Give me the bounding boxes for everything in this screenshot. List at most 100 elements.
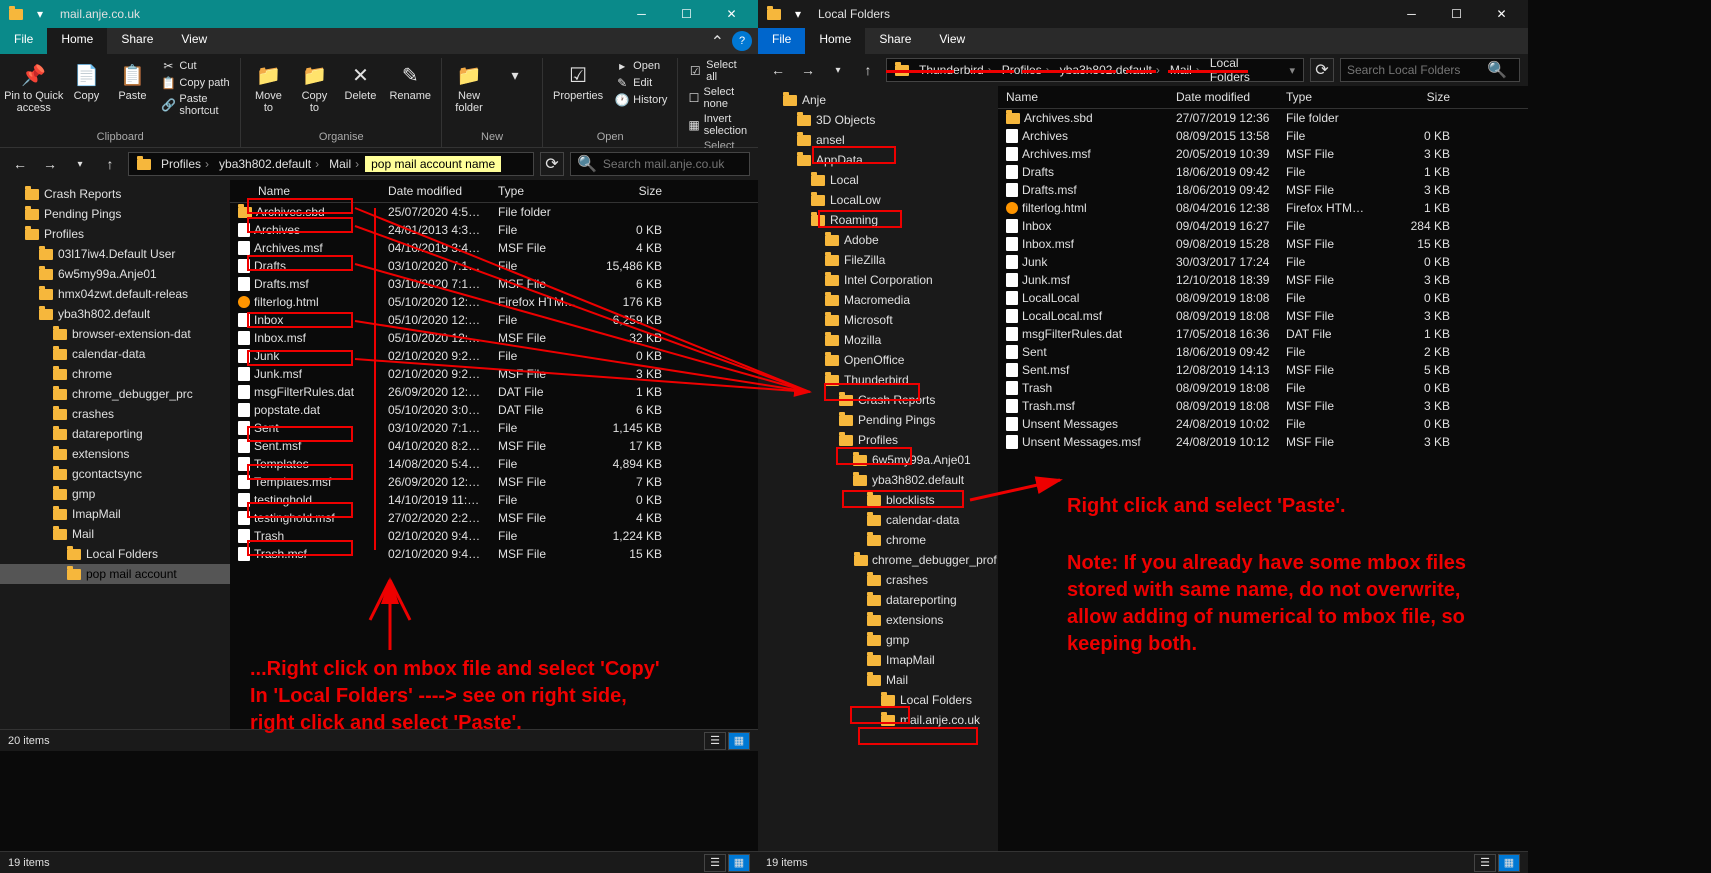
nav-tree[interactable]: Anje3D ObjectsanselAppDataLocalLocalLowR… xyxy=(758,86,998,851)
help-icon[interactable]: ? xyxy=(732,31,752,51)
details-view-button-2[interactable]: ☰ xyxy=(704,854,726,872)
search-box[interactable]: 🔍 xyxy=(570,152,750,176)
tab-home[interactable]: Home xyxy=(47,28,107,54)
up-button[interactable]: ↑ xyxy=(98,152,122,176)
crumb-dropdown[interactable]: ▾ xyxy=(1289,64,1299,77)
table-row[interactable]: Archives.sbd27/07/2019 12:36File folder xyxy=(998,109,1528,127)
table-row[interactable]: msgFilterRules.dat26/09/2020 12:35 ...DA… xyxy=(230,383,758,401)
tree-item[interactable]: FileZilla xyxy=(758,250,998,270)
tree-item[interactable]: chrome_debugger_prof xyxy=(758,550,998,570)
tree-item[interactable]: ansel xyxy=(758,130,998,150)
table-row[interactable]: Sent03/10/2020 7:14 PMFile1,145 KB xyxy=(230,419,758,437)
titlebar[interactable]: ▾ mail.anje.co.uk ─ ☐ ✕ xyxy=(0,0,758,28)
table-row[interactable]: Sent.msf04/10/2020 8:25 AMMSF File17 KB xyxy=(230,437,758,455)
copy-path-button[interactable]: 📋Copy path xyxy=(157,75,234,91)
move-to-button[interactable]: 📁Move to xyxy=(247,58,289,116)
table-row[interactable]: testinghold.msf27/02/2020 2:29 PMMSF Fil… xyxy=(230,509,758,527)
table-row[interactable]: Unsent Messages24/08/2019 10:02File0 KB xyxy=(998,415,1528,433)
chevron-down-icon[interactable]: ▾ xyxy=(790,6,806,22)
tree-item[interactable]: Mail xyxy=(758,670,998,690)
col-date[interactable]: Date modified xyxy=(380,180,490,202)
forward-button[interactable]: → xyxy=(38,152,62,176)
minimize-button[interactable]: ─ xyxy=(619,0,664,28)
copy-button[interactable]: 📄Copy xyxy=(65,58,107,104)
crumb-folder-icon[interactable] xyxy=(133,159,155,170)
tab-view[interactable]: View xyxy=(925,28,979,54)
tab-share[interactable]: Share xyxy=(107,28,167,54)
tree-item[interactable]: crashes xyxy=(0,404,230,424)
breadcrumb[interactable]: Profiles› yba3h802.default› Mail› pop ma… xyxy=(128,152,534,176)
tab-home[interactable]: Home xyxy=(805,28,865,54)
tree-item[interactable]: Macromedia xyxy=(758,290,998,310)
tree-item[interactable]: datareporting xyxy=(758,590,998,610)
table-row[interactable]: Drafts.msf18/06/2019 09:42MSF File3 KB xyxy=(998,181,1528,199)
minimize-button[interactable]: ─ xyxy=(1389,0,1434,28)
table-row[interactable]: Archives.msf20/05/2019 10:39MSF File3 KB xyxy=(998,145,1528,163)
delete-button[interactable]: ✕Delete xyxy=(339,58,381,104)
tree-item[interactable]: calendar-data xyxy=(0,344,230,364)
select-all-button[interactable]: ☑Select all xyxy=(684,58,753,84)
up-button[interactable]: ↑ xyxy=(856,58,880,82)
table-row[interactable]: Templates14/08/2020 5:40 PMFile4,894 KB xyxy=(230,455,758,473)
refresh-button[interactable]: ⟳ xyxy=(540,152,564,176)
tree-item[interactable]: 03l17iw4.Default User xyxy=(0,244,230,264)
crumb-mail[interactable]: Mail› xyxy=(325,157,363,171)
table-row[interactable]: Trash08/09/2019 18:08File0 KB xyxy=(998,379,1528,397)
table-row[interactable]: Trash02/10/2020 9:46 AMFile1,224 KB xyxy=(230,527,758,545)
tab-file[interactable]: File xyxy=(758,28,805,54)
icons-view-button[interactable]: ▦ xyxy=(1498,854,1520,872)
close-button[interactable]: ✕ xyxy=(709,0,754,28)
edit-button[interactable]: ✎Edit xyxy=(611,75,671,91)
maximize-button[interactable]: ☐ xyxy=(664,0,709,28)
copy-to-button[interactable]: 📁Copy to xyxy=(293,58,335,116)
tab-share[interactable]: Share xyxy=(865,28,925,54)
tree-item[interactable]: ImapMail xyxy=(0,504,230,524)
table-row[interactable]: Trash.msf02/10/2020 9:49 AMMSF File15 KB xyxy=(230,545,758,563)
col-name[interactable]: Name xyxy=(998,86,1168,108)
rename-button[interactable]: ✎Rename xyxy=(385,58,435,104)
tree-item[interactable]: LocalLow xyxy=(758,190,998,210)
tree-item[interactable]: gcontactsync xyxy=(0,464,230,484)
tree-item[interactable]: 3D Objects xyxy=(758,110,998,130)
table-row[interactable]: Inbox05/10/2020 12:35 ...File6,259 KB xyxy=(230,311,758,329)
tree-item[interactable]: Local xyxy=(758,170,998,190)
table-row[interactable]: Templates.msf26/09/2020 12:35 ...MSF Fil… xyxy=(230,473,758,491)
table-row[interactable]: Drafts.msf03/10/2020 7:14 PMMSF File6 KB xyxy=(230,275,758,293)
tree-item[interactable]: extensions xyxy=(758,610,998,630)
tree-item[interactable]: blocklists xyxy=(758,490,998,510)
search-input[interactable] xyxy=(603,157,743,171)
table-row[interactable]: msgFilterRules.dat17/05/2018 16:36DAT Fi… xyxy=(998,325,1528,343)
table-row[interactable]: Archives24/01/2013 4:35 PMFile0 KB xyxy=(230,221,758,239)
open-button[interactable]: ▸Open xyxy=(611,58,671,74)
paste-shortcut-button[interactable]: 🔗Paste shortcut xyxy=(157,92,234,118)
tree-item[interactable]: chrome xyxy=(758,530,998,550)
table-row[interactable]: LocalLocal.msf08/09/2019 18:08MSF File3 … xyxy=(998,307,1528,325)
table-row[interactable]: Archives.msf04/10/2019 3:42 PMMSF File4 … xyxy=(230,239,758,257)
table-row[interactable]: Archives.sbd25/07/2020 4:55 PMFile folde… xyxy=(230,203,758,221)
tree-item[interactable]: crashes xyxy=(758,570,998,590)
table-row[interactable]: Inbox09/04/2019 16:27File284 KB xyxy=(998,217,1528,235)
collapse-ribbon-icon[interactable]: ⌃ xyxy=(703,28,732,54)
tree-item[interactable]: Pending Pings xyxy=(758,410,998,430)
tree-item[interactable]: AppData xyxy=(758,150,998,170)
icons-view-button-2[interactable]: ▦ xyxy=(728,854,750,872)
tree-item[interactable]: calendar-data xyxy=(758,510,998,530)
details-view-button[interactable]: ☰ xyxy=(1474,854,1496,872)
tree-item[interactable]: yba3h802.default xyxy=(758,470,998,490)
back-button[interactable]: ← xyxy=(766,58,790,82)
tree-item[interactable]: browser-extension-dat xyxy=(0,324,230,344)
tab-file[interactable]: File xyxy=(0,28,47,54)
tree-item[interactable]: Crash Reports xyxy=(0,184,230,204)
cut-button[interactable]: ✂Cut xyxy=(157,58,234,74)
properties-button[interactable]: ☑Properties xyxy=(549,58,607,104)
close-button[interactable]: ✕ xyxy=(1479,0,1524,28)
tree-item[interactable]: datareporting xyxy=(0,424,230,444)
tree-item[interactable]: Local Folders xyxy=(758,690,998,710)
tree-item[interactable]: ImapMail xyxy=(758,650,998,670)
col-size[interactable]: Size xyxy=(1378,86,1458,108)
table-row[interactable]: Sent.msf12/08/2019 14:13MSF File5 KB xyxy=(998,361,1528,379)
back-button[interactable]: ← xyxy=(8,152,32,176)
recent-button[interactable]: ▾ xyxy=(826,58,850,82)
table-row[interactable]: Junk02/10/2020 9:28 AMFile0 KB xyxy=(230,347,758,365)
tree-item[interactable]: Profiles xyxy=(758,430,998,450)
